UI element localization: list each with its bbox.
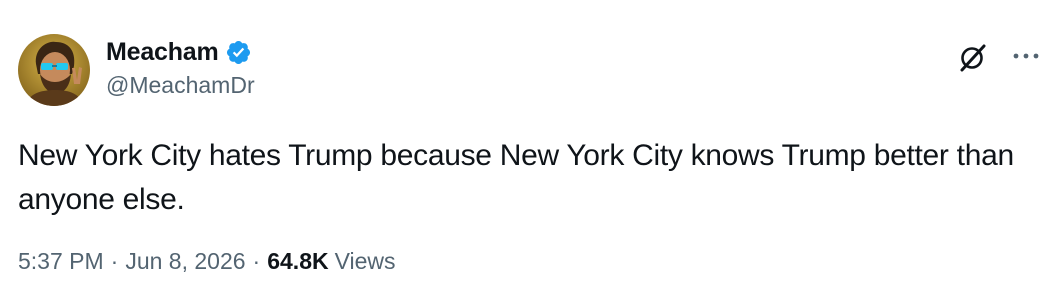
more-icon[interactable] [1008, 42, 1044, 70]
tweet-metadata: 5:37 PM · Jun 8, 2026 · 64.8K Views [18, 248, 396, 275]
author-handle[interactable]: @MeachamDr [106, 72, 255, 99]
display-name-row: Meacham [106, 36, 255, 68]
author-info: Meacham @MeachamDr [106, 36, 255, 99]
profile-avatar[interactable] [18, 34, 90, 106]
tweet-card: Meacham @MeachamDr New York City hates T… [0, 0, 1062, 304]
meta-separator: · [252, 248, 261, 274]
grok-icon[interactable] [956, 40, 990, 74]
tweet-text: New York City hates Trump because New Yo… [18, 139, 1022, 216]
tweet-date[interactable]: Jun 8, 2026 [125, 248, 245, 275]
views-count[interactable]: 64.8K [267, 248, 328, 275]
meta-separator: · [110, 248, 119, 274]
views-label: Views [334, 248, 396, 274]
author-display-name[interactable]: Meacham [106, 38, 219, 67]
avatar-image [18, 34, 90, 106]
verified-badge-icon[interactable] [225, 39, 252, 66]
tweet-time[interactable]: 5:37 PM [18, 248, 104, 275]
